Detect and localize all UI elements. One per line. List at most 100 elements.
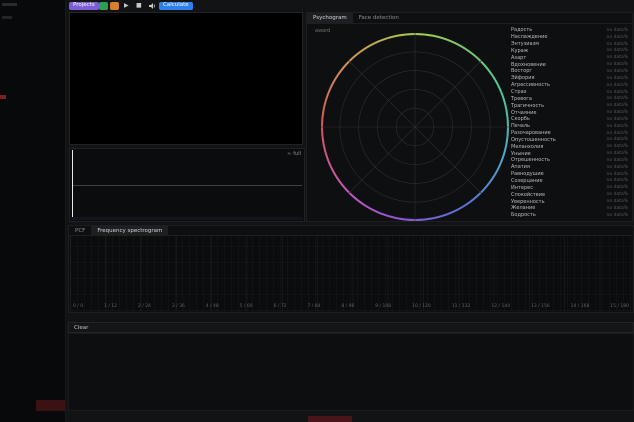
emotion-name: Наслаждение <box>511 34 547 40</box>
emotion-value: no data% <box>607 69 628 74</box>
play-button[interactable]: ▶ <box>122 2 131 10</box>
psychogram-radar-chart <box>321 33 509 221</box>
toolbar-button-green[interactable] <box>99 2 108 10</box>
emotion-name: Печаль <box>511 123 530 129</box>
emotion-value: no data% <box>607 83 628 88</box>
emotion-row: Вдохновение no data% <box>511 61 628 68</box>
emotion-row: Тревога no data% <box>511 95 628 102</box>
sidebar-red-indicator <box>0 95 6 99</box>
emotion-name: Вдохновение <box>511 62 546 68</box>
tab-face-detection[interactable]: Face detection <box>353 13 405 23</box>
time-label: 15 / 180 <box>610 304 629 309</box>
projects-button[interactable]: Projects <box>69 2 99 10</box>
emotion-value: no data% <box>607 42 628 47</box>
time-label: 4 / 48 <box>206 304 219 309</box>
emotion-row: Уверенность no data% <box>511 198 628 205</box>
time-label: 12 / 144 <box>491 304 510 309</box>
emotion-row: Эйфория no data% <box>511 75 628 82</box>
emotion-name: Эйфория <box>511 75 535 81</box>
emotion-row: Желание no data% <box>511 205 628 212</box>
waveform-full-toggle[interactable]: ≈ full <box>287 151 301 157</box>
emotion-value: no data% <box>607 137 628 142</box>
emotion-row: Спокойствие no data% <box>511 191 628 198</box>
emotion-row: Печаль no data% <box>511 123 628 130</box>
emotion-row: Бодрость no data% <box>511 212 628 219</box>
speaker-button[interactable] <box>146 2 158 10</box>
tab-psychogram[interactable]: Psychogram <box>307 13 353 23</box>
emotion-value: no data% <box>607 117 628 122</box>
time-label: 6 / 72 <box>274 304 287 309</box>
emotion-name: Скорбь <box>511 116 530 122</box>
emotion-value: no data% <box>607 103 628 108</box>
sidebar-bottom-indicator <box>36 400 65 411</box>
calculate-button[interactable]: Calculate <box>159 2 193 10</box>
emotion-value: no data% <box>607 144 628 149</box>
emotion-value: no data% <box>607 178 628 183</box>
emotion-value: no data% <box>607 131 628 136</box>
stop-button[interactable]: ■ <box>134 2 144 10</box>
emotion-row: Апатия no data% <box>511 164 628 171</box>
emotion-value: no data% <box>607 165 628 170</box>
time-label: 2 / 24 <box>138 304 151 309</box>
emotion-row: Уныние no data% <box>511 150 628 157</box>
emotion-row: Разочарование no data% <box>511 130 628 137</box>
emotion-name: Разочарование <box>511 130 551 136</box>
tab-frequency-spectrogram[interactable]: Frequency spectrogram <box>91 226 168 235</box>
emotion-name: Опустошенность <box>511 137 556 143</box>
emotion-name: Желание <box>511 205 535 211</box>
time-label: 13 / 156 <box>531 304 550 309</box>
emotion-name: Энтузиазм <box>511 41 539 47</box>
speaker-icon <box>148 2 156 10</box>
time-axis: 0 / 0 1 / 12 2 / 24 3 / 36 4 / 48 5 / 60… <box>73 304 629 309</box>
emotion-name: Спокойствие <box>511 192 545 198</box>
emotion-value: no data% <box>607 62 628 67</box>
emotion-name: Азарт <box>511 55 526 61</box>
spectrogram-panel: PCF Frequency spectrogram 0 / 0 1 / 12 2… <box>68 225 634 313</box>
emotion-row: Равнодушие no data% <box>511 171 628 178</box>
time-label: 3 / 36 <box>172 304 185 309</box>
emotion-row: Азарт no data% <box>511 54 628 61</box>
toolbar-button-orange[interactable] <box>110 2 119 10</box>
emotion-name: Страх <box>511 89 527 95</box>
time-label: 5 / 60 <box>240 304 253 309</box>
emotion-row: Энтузиазм no data% <box>511 41 628 48</box>
bottom-panel-tabbar: PCF Frequency spectrogram <box>69 226 633 236</box>
right-panel-tabbar: Psychogram Face detection <box>307 13 632 24</box>
left-sidebar <box>0 0 66 422</box>
sidebar-mark <box>2 3 17 6</box>
time-label: 7 / 84 <box>307 304 320 309</box>
taskbar-indicator <box>308 416 352 422</box>
emotion-name: Восторг <box>511 68 532 74</box>
psychogram-panel: Psychogram Face detection award <box>306 12 633 222</box>
psychogram-grid <box>321 33 509 221</box>
emotion-row: Радость no data% <box>511 27 628 34</box>
emotion-value: no data% <box>607 90 628 95</box>
tab-pcf[interactable]: PCF <box>69 226 91 235</box>
clear-button[interactable]: Clear <box>68 322 634 333</box>
emotion-value: no data% <box>607 48 628 53</box>
emotion-name: Отрешенность <box>511 157 550 163</box>
audio-waveform-panel[interactable]: ≈ full <box>69 148 305 222</box>
emotion-row: Кураж no data% <box>511 48 628 55</box>
emotion-value: no data% <box>607 158 628 163</box>
emotion-name: Уверенность <box>511 199 545 205</box>
video-preview <box>69 12 303 145</box>
emotion-row: Агрессивность no data% <box>511 82 628 89</box>
emotion-row: Интерес no data% <box>511 184 628 191</box>
emotion-row: Восторг no data% <box>511 68 628 75</box>
time-label: 14 / 168 <box>571 304 590 309</box>
emotion-name: Созерцание <box>511 178 543 184</box>
waveform-timeline-strip <box>71 217 303 220</box>
emotion-name: Равнодушие <box>511 171 544 177</box>
frequency-spectrogram: 0 / 0 1 / 12 2 / 24 3 / 36 4 / 48 5 / 60… <box>70 236 632 311</box>
time-label: 10 / 120 <box>412 304 431 309</box>
emotion-row: Отрешенность no data% <box>511 157 628 164</box>
emotion-value: no data% <box>607 55 628 60</box>
emotion-value: no data% <box>607 124 628 129</box>
emotion-value: no data% <box>607 192 628 197</box>
emotion-value: no data% <box>607 110 628 115</box>
emotion-name: Отчаяние <box>511 110 536 116</box>
time-label: 0 / 0 <box>73 304 83 309</box>
emotion-name: Тревога <box>511 96 532 102</box>
emotion-name: Меланхолия <box>511 144 543 150</box>
